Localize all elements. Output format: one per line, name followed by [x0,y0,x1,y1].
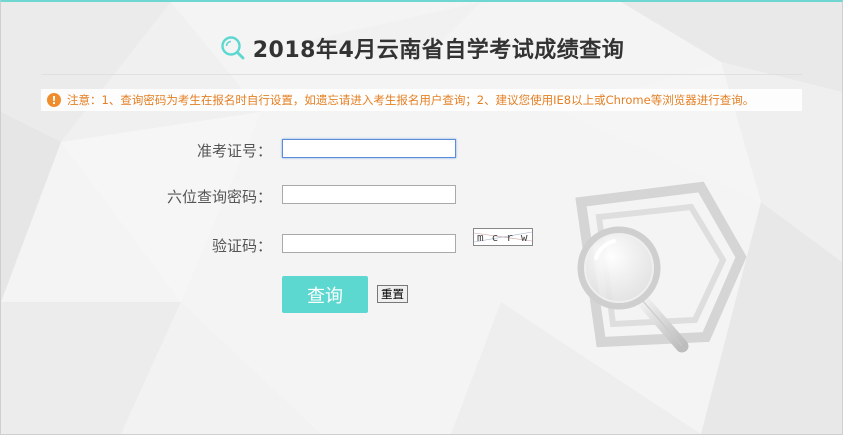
captcha-label: 验证码： [211,237,272,255]
divider [41,74,802,75]
exam-id-label: 准考证号： [196,142,272,160]
reset-button[interactable]: 重置 [377,285,408,303]
page-frame: 2018年4月云南省自学考试成绩查询 ! 注意：1、查询密码为考生在报名时自行设… [0,0,843,435]
captcha-input[interactable] [282,234,456,253]
captcha-image[interactable]: mcrw [473,228,533,246]
magnifier-outline-icon [221,36,245,60]
exam-id-row: 准考证号： [1,139,842,161]
captcha-row: 验证码： mcrw [1,228,842,256]
page-title: 2018年4月云南省自学考试成绩查询 [252,38,625,63]
magnifying-glass-icon [577,226,689,353]
exam-id-input[interactable] [282,139,456,158]
exclamation-icon: ! [47,93,61,107]
query-button[interactable]: 查询 [282,276,368,313]
captcha-noise: mcrw [474,231,532,244]
password-input[interactable] [282,185,456,204]
notice-bar: ! 注意：1、查询密码为考生在报名时自行设置，如遗忘请进入考生报名用户查询；2、… [41,89,802,111]
notice-text: 注意：1、查询密码为考生在报名时自行设置，如遗忘请进入考生报名用户查询；2、建议… [67,93,755,107]
title-row: 2018年4月云南省自学考试成绩查询 [1,30,842,66]
password-row: 六位查询密码： [1,185,842,207]
background-pattern [1,2,842,434]
captcha-text: mcrw [477,231,532,244]
password-label: 六位查询密码： [166,188,272,206]
